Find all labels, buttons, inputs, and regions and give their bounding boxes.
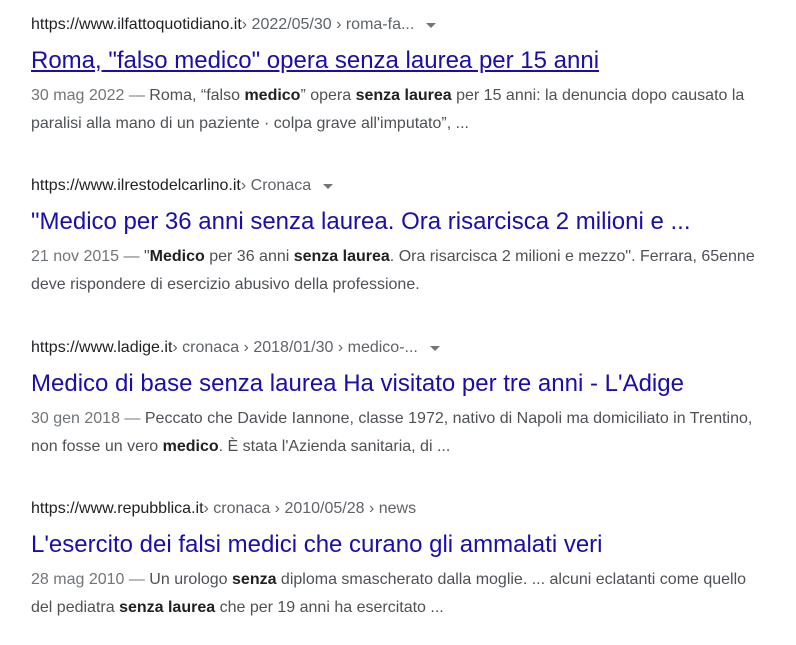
result-breadcrumb: › 2022/05/30 › roma-fa... [241, 16, 415, 33]
result-title-link[interactable]: Roma, "falso medico" opera senza laurea … [31, 46, 771, 76]
result-title-link[interactable]: "Medico per 36 anni senza laurea. Ora ri… [31, 207, 771, 237]
result-url: https://www.ladige.it › cronaca › 2018/0… [31, 337, 771, 359]
result-domain: https://www.ilrestodelcarlino.it [31, 177, 241, 194]
result-url: https://www.ilrestodelcarlino.it › Crona… [31, 175, 771, 197]
chevron-down-icon[interactable] [429, 345, 440, 351]
result-domain: https://www.ilfattoquotidiano.it [31, 16, 242, 33]
result-date: 28 mag 2010 [31, 571, 125, 588]
result-breadcrumb: › Cronaca [240, 177, 312, 194]
snippet-keyword: Medico [149, 248, 205, 265]
result-title-link[interactable]: Medico di base senza laurea Ha visitato … [31, 369, 771, 399]
snippet-fragment: che per 19 anni ha esercitato ... [215, 599, 444, 616]
snippet-keyword: senza laurea [293, 248, 390, 265]
result-domain: https://www.repubblica.it [31, 500, 204, 517]
result-breadcrumb: › cronaca › 2018/01/30 › medico-... [172, 339, 418, 356]
result-date: 30 gen 2018 [31, 410, 120, 427]
search-result: https://www.ladige.it › cronaca › 2018/0… [31, 337, 771, 461]
snippet-keyword: senza laurea [119, 599, 216, 616]
result-title-link[interactable]: L'esercito dei falsi medici che curano g… [31, 530, 771, 560]
date-separator: — [124, 571, 150, 588]
search-result: https://www.repubblica.it › cronaca › 20… [31, 498, 771, 622]
result-snippet: 21 nov 2015 — "Medico per 36 anni senza … [31, 243, 771, 299]
date-separator: — [119, 248, 144, 265]
snippet-fragment: Roma, “falso [149, 87, 245, 104]
date-separator: — [119, 410, 145, 427]
result-domain: https://www.ladige.it [31, 339, 173, 356]
search-result: https://www.ilfattoquotidiano.it › 2022/… [31, 14, 771, 138]
chevron-down-icon[interactable] [426, 22, 437, 28]
result-url: https://www.repubblica.it › cronaca › 20… [31, 498, 771, 520]
search-result: https://www.ilrestodelcarlino.it › Crona… [31, 175, 771, 299]
snippet-keyword: senza laurea [355, 87, 452, 104]
snippet-fragment: ” opera [300, 87, 356, 104]
result-snippet: 30 mag 2022 — Roma, “falso medico” opera… [31, 82, 771, 138]
result-url: https://www.ilfattoquotidiano.it › 2022/… [31, 14, 771, 36]
result-snippet: 30 gen 2018 — Peccato che Davide Iannone… [31, 405, 771, 461]
snippet-keyword: medico [162, 438, 219, 455]
snippet-keyword: senza [232, 571, 277, 588]
chevron-down-icon[interactable] [323, 183, 334, 189]
result-snippet: 28 mag 2010 — Un urologo senza diploma s… [31, 566, 771, 622]
snippet-fragment: Un urologo [149, 571, 233, 588]
result-date: 30 mag 2022 [31, 87, 125, 104]
snippet-fragment: per 36 anni [204, 248, 294, 265]
snippet-keyword: medico [244, 87, 301, 104]
date-separator: — [124, 87, 150, 104]
snippet-fragment: . È stata l'Azienda sanitaria, di ... [218, 438, 451, 455]
result-breadcrumb: › cronaca › 2010/05/28 › news [203, 500, 417, 517]
result-date: 21 nov 2015 [31, 248, 120, 265]
search-results: https://www.ilfattoquotidiano.it › 2022/… [0, 0, 796, 645]
